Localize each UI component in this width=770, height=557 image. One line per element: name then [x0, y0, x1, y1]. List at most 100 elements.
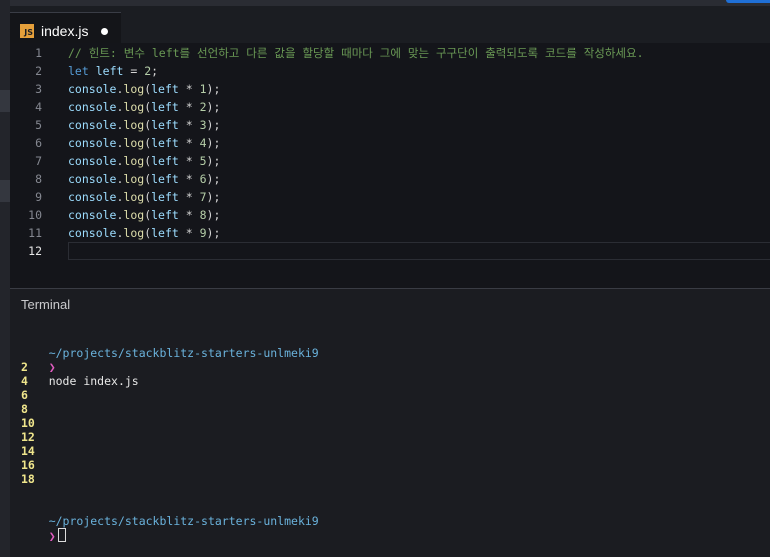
code-token: left [151, 208, 179, 222]
code-token: 1 [199, 82, 207, 96]
code-token: console [68, 154, 117, 168]
code-token: * [178, 154, 200, 168]
code-token: log [123, 226, 145, 240]
code-token: log [123, 154, 145, 168]
code-token: 6 [199, 172, 207, 186]
line-number: 3 [35, 82, 42, 96]
code-token: 5 [199, 154, 207, 168]
code-line[interactable]: 11 console.log(left * 9); [10, 224, 770, 242]
code-token: // 힌트: 변수 left를 선언하고 다른 값을 할당할 때마다 그에 맞는… [68, 46, 644, 60]
code-line[interactable]: 6 console.log(left * 4); [10, 134, 770, 152]
code-line[interactable]: 5 console.log(left * 3); [10, 116, 770, 134]
code-token: console [68, 100, 117, 114]
line-number: 12 [28, 244, 42, 258]
line-number: 11 [28, 226, 42, 240]
code-line[interactable]: 2 let left = 2; [10, 62, 770, 80]
code-text: console.log(left * 5); [68, 152, 220, 170]
code-token: * [178, 118, 200, 132]
strip-marker [0, 180, 10, 202]
code-line[interactable]: 1 // 힌트: 변수 left를 선언하고 다른 값을 할당할 때마다 그에 맞… [10, 44, 770, 62]
terminal-command: node index.js [48, 374, 139, 388]
line-number: 4 [35, 100, 42, 114]
code-token: ); [206, 82, 221, 96]
code-token: log [123, 100, 145, 114]
code-token: console [68, 118, 117, 132]
code-token: ); [206, 208, 221, 222]
code-line[interactable]: 3 console.log(left * 1); [10, 80, 770, 98]
code-token: log [123, 118, 145, 132]
code-token: ; [151, 64, 159, 78]
code-token: 3 [199, 118, 207, 132]
code-line[interactable]: 12 [10, 242, 770, 260]
code-text: console.log(left * 1); [68, 80, 220, 98]
code-token: = [123, 64, 145, 78]
code-text: // 힌트: 변수 left를 선언하고 다른 값을 할당할 때마다 그에 맞는… [68, 44, 644, 62]
code-token: ); [206, 190, 221, 204]
code-text: console.log(left * 8); [68, 206, 220, 224]
code-token: ); [206, 226, 221, 240]
terminal-title: Terminal [21, 297, 71, 312]
terminal-output-line: 8 [21, 402, 28, 416]
code-text: let left = 2; [68, 62, 158, 80]
accent-bar [726, 0, 770, 3]
code-token: left [151, 190, 179, 204]
code-token: left [151, 100, 179, 114]
code-token: * [178, 100, 200, 114]
terminal-input-line[interactable]: ❯ [21, 514, 66, 543]
code-token: left [151, 136, 179, 150]
terminal-output-line: 12 [21, 430, 35, 444]
code-token: * [178, 172, 200, 186]
code-token: 8 [199, 208, 207, 222]
code-token: ); [206, 154, 221, 168]
code-editor[interactable]: 1 // 힌트: 변수 left를 선언하고 다른 값을 할당할 때마다 그에 맞… [10, 43, 770, 288]
code-text: console.log(left * 7); [68, 188, 220, 206]
terminal-output-line: 14 [21, 444, 35, 458]
terminal-cursor [57, 528, 66, 542]
code-text: console.log(left * 6); [68, 170, 220, 188]
code-token: 9 [199, 226, 207, 240]
code-token: log [123, 208, 145, 222]
code-token: * [178, 136, 200, 150]
terminal-output-line: 6 [21, 388, 28, 402]
code-text: console.log(left * 2); [68, 98, 220, 116]
code-token: 2 [199, 100, 207, 114]
code-token: console [68, 190, 117, 204]
code-line[interactable]: 10 console.log(left * 8); [10, 206, 770, 224]
terminal-panel[interactable]: Terminal ~/projects/stackblitz-starters-… [10, 289, 770, 557]
line-number: 10 [28, 208, 42, 222]
code-line[interactable]: 8 console.log(left * 6); [10, 170, 770, 188]
code-line[interactable]: 4 console.log(left * 2); [10, 98, 770, 116]
line-number: 7 [35, 154, 42, 168]
code-token: ); [206, 136, 221, 150]
code-token: left [95, 64, 124, 78]
terminal-output-line: 2 [21, 360, 28, 374]
terminal-command-line: ❯ node index.js [21, 346, 139, 388]
code-token: left [151, 82, 179, 96]
code-token: * [178, 226, 200, 240]
terminal-output-line: 18 [21, 472, 35, 486]
prompt-icon: ❯ [48, 529, 56, 543]
code-text: console.log(left * 9); [68, 224, 220, 242]
line-number: 5 [35, 118, 42, 132]
code-token: ); [206, 172, 221, 186]
unsaved-dot-icon[interactable] [101, 28, 108, 35]
code-line[interactable]: 7 console.log(left * 5); [10, 152, 770, 170]
prompt-icon: ❯ [48, 360, 56, 374]
terminal-output-line: 16 [21, 458, 35, 472]
line-number: 8 [35, 172, 42, 186]
terminal-path-line: ~/projects/stackblitz-starters-unlmeki9 [21, 332, 319, 360]
code-token: log [123, 82, 145, 96]
tab-label: index.js [41, 23, 89, 39]
code-token: left [151, 172, 179, 186]
terminal-output-line: 10 [21, 416, 35, 430]
line-number: 9 [35, 190, 42, 204]
code-token: log [123, 136, 145, 150]
code-token: left [151, 154, 179, 168]
terminal-path-line: ~/projects/stackblitz-starters-unlmeki9 [21, 500, 319, 528]
code-line[interactable]: 9 console.log(left * 7); [10, 188, 770, 206]
line-number: 1 [35, 46, 42, 60]
code-token: * [178, 82, 200, 96]
terminal-path: ~/projects/stackblitz-starters-unlmeki9 [48, 514, 319, 528]
strip-marker [0, 90, 10, 112]
code-token: * [178, 190, 200, 204]
